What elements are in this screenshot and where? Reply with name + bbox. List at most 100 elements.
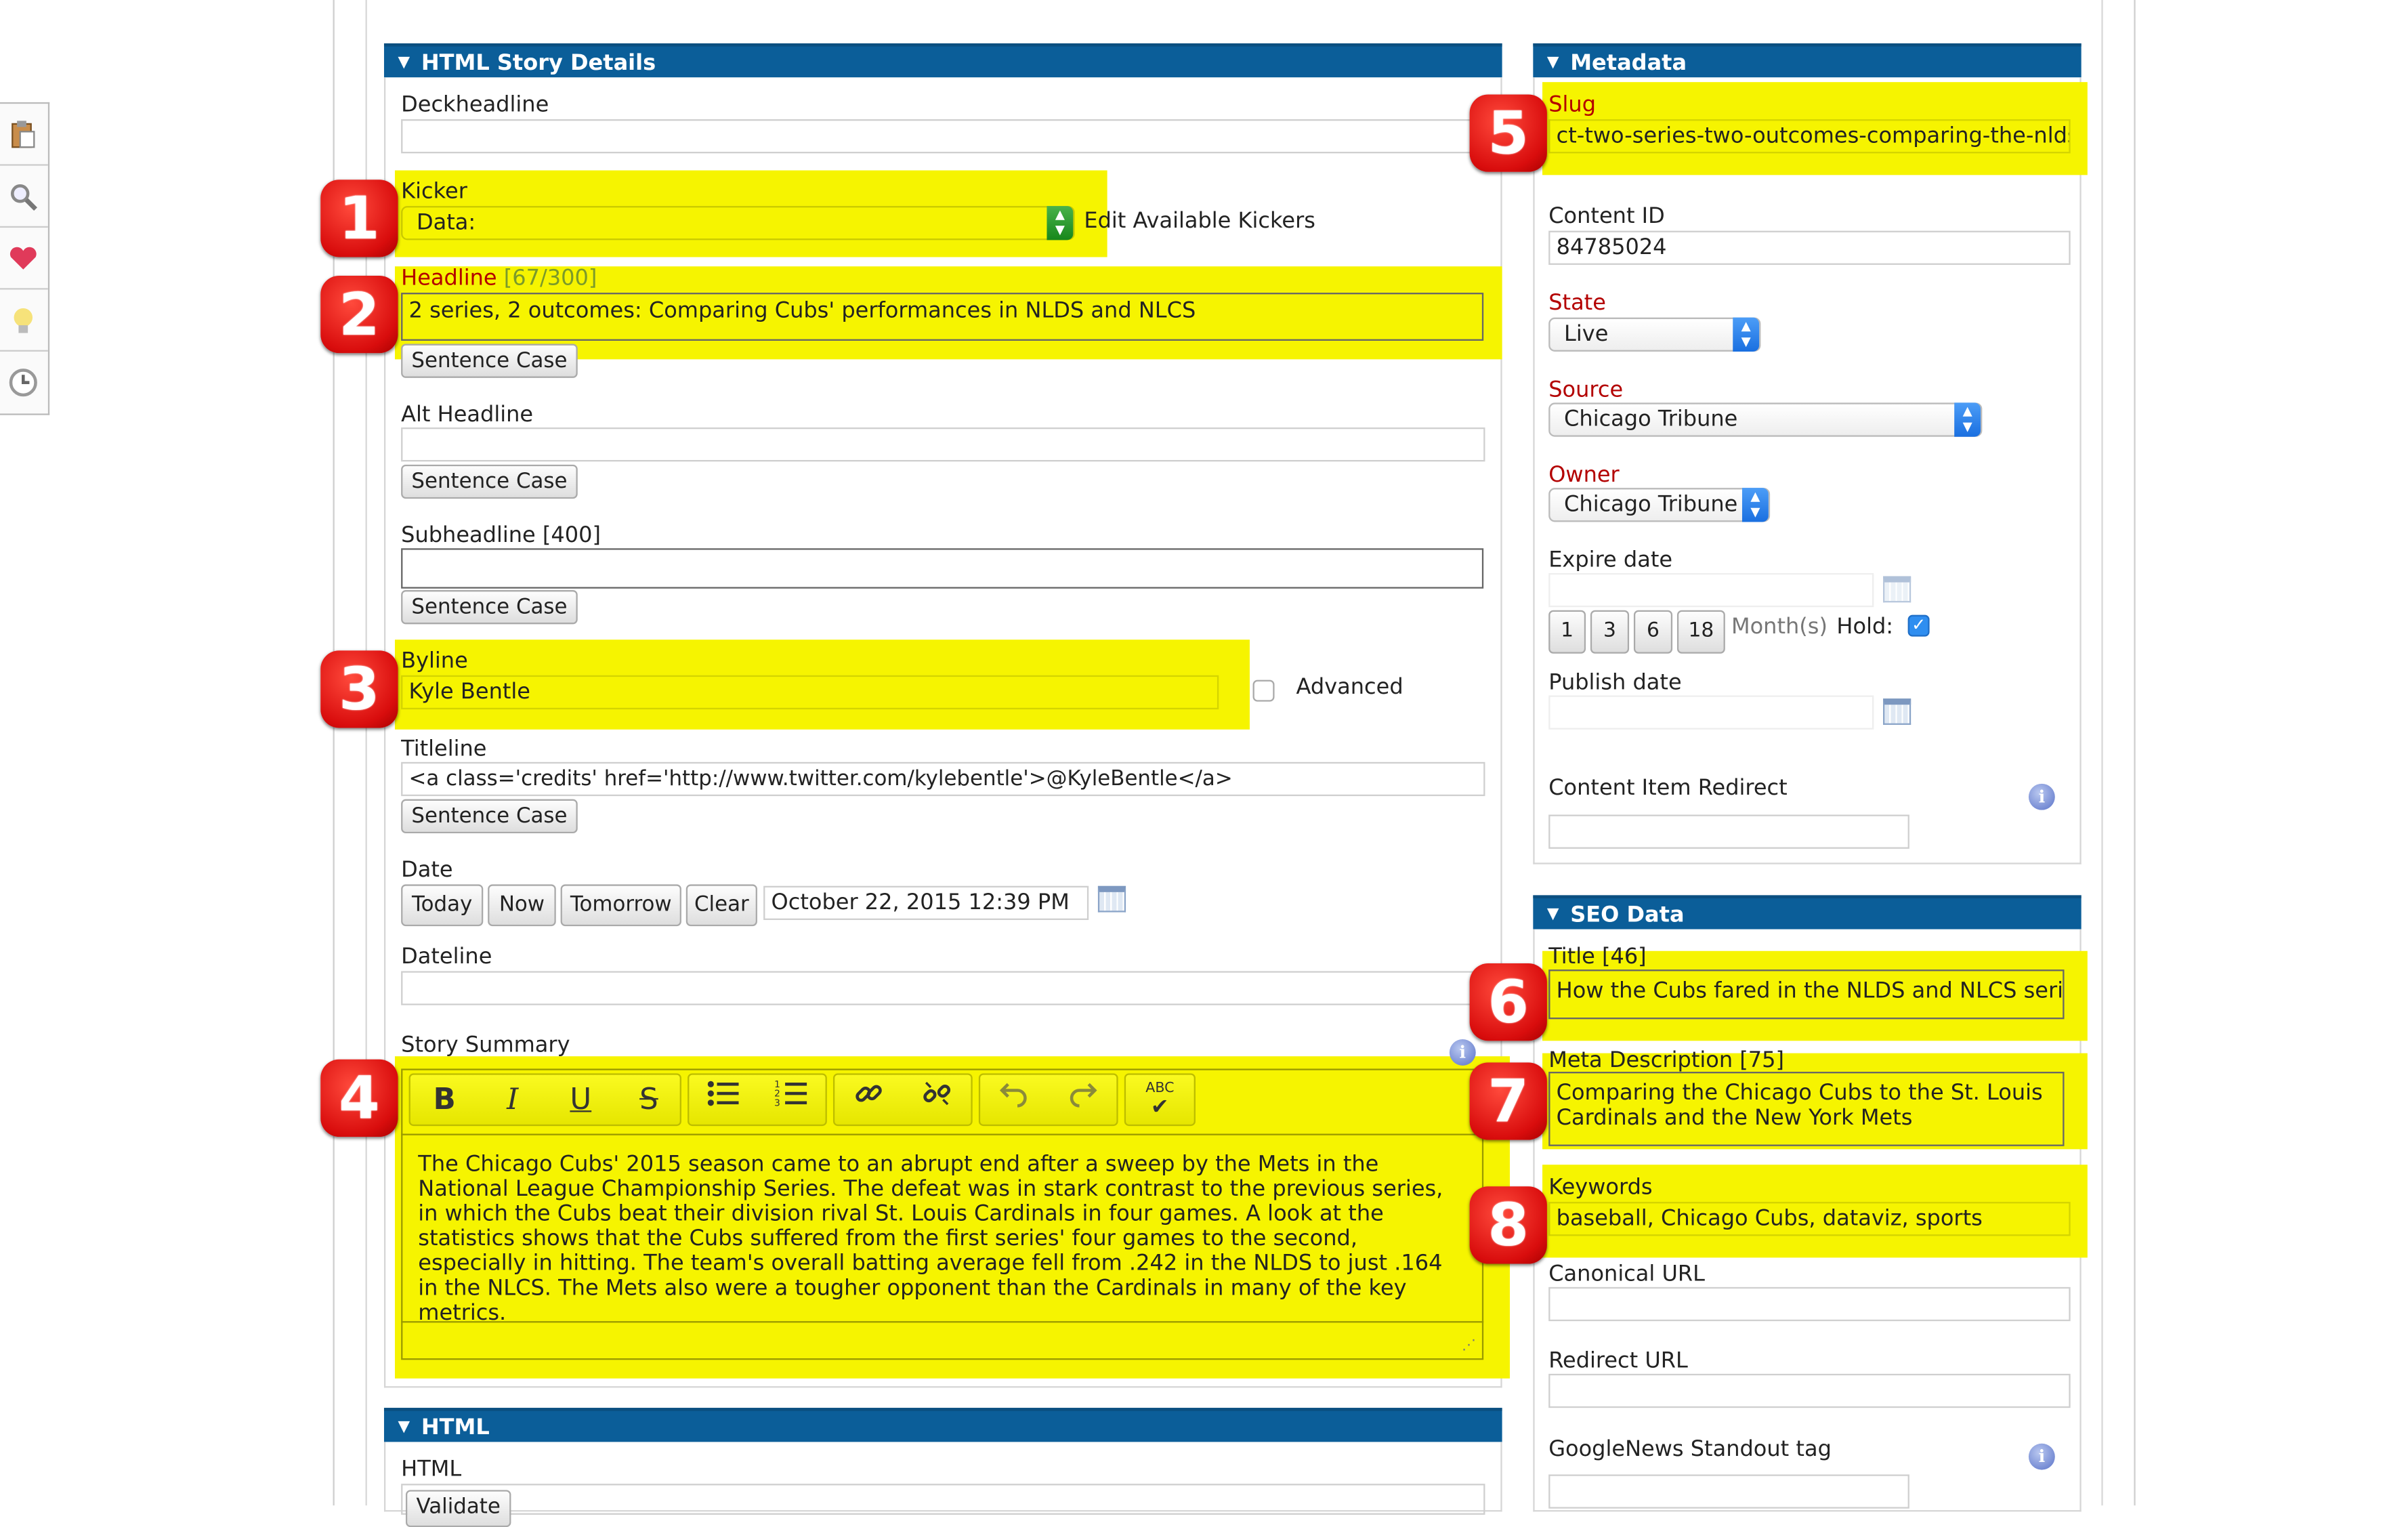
italic-button[interactable]: I	[478, 1075, 547, 1125]
googlenews-label: GoogleNews Standout tag	[1548, 1437, 1832, 1463]
alt-headline-input[interactable]	[401, 427, 1485, 462]
expire-3-month-button[interactable]: 3	[1590, 610, 1630, 654]
owner-label: Owner	[1548, 463, 1620, 488]
deckheadline-label: Deckheadline	[401, 93, 549, 118]
bold-button[interactable]: B	[410, 1075, 479, 1125]
dateline-input[interactable]	[401, 971, 1485, 1005]
content-redirect-label: Content Item Redirect	[1548, 776, 1788, 801]
clock-icon	[9, 369, 37, 397]
headline-input[interactable]: 2 series, 2 outcomes: Comparing Cubs' pe…	[401, 293, 1484, 341]
html-panel-header[interactable]: ▼ HTML	[383, 1408, 1502, 1442]
redo-icon	[1070, 1083, 1097, 1108]
date-input[interactable]: October 22, 2015 12:39 PM	[763, 885, 1089, 921]
content-id-value: 84785024	[1548, 230, 2071, 265]
tomorrow-button[interactable]: Tomorrow	[560, 884, 681, 927]
content-id-label: Content ID	[1548, 204, 1665, 230]
story-summary-label: Story Summary	[401, 1032, 570, 1058]
story-details-header[interactable]: ▼ HTML Story Details	[383, 43, 1502, 78]
redo-button[interactable]	[1049, 1075, 1117, 1125]
panel-title: SEO Data	[1570, 902, 1685, 928]
months-label: Month(s)	[1731, 614, 1828, 640]
story-summary-text[interactable]: The Chicago Cubs' 2015 season came to an…	[418, 1152, 1463, 1326]
publish-date-input[interactable]	[1548, 695, 1874, 730]
edit-kickers-link[interactable]: Edit Available Kickers	[1084, 209, 1315, 234]
panel-title: HTML	[421, 1415, 490, 1441]
bulleted-list-button[interactable]	[689, 1075, 757, 1125]
seo-title-input[interactable]: How the Cubs fared in the NLDS and NLCS …	[1548, 969, 2065, 1020]
content-redirect-input[interactable]	[1548, 814, 1909, 849]
slug-input[interactable]: ct-two-series-two-outcomes-comparing-the…	[1548, 119, 2071, 154]
ideas-tool[interactable]	[0, 290, 48, 352]
search-tool[interactable]	[0, 166, 48, 228]
titleline-sentence-case-button[interactable]: Sentence Case	[401, 799, 578, 833]
source-select[interactable]: Chicago Tribune ▲ ▼	[1548, 402, 1983, 437]
today-button[interactable]: Today	[401, 884, 484, 927]
seo-title-label: Title [46]	[1548, 944, 1647, 970]
strikethrough-button[interactable]: S	[615, 1075, 683, 1125]
headline-sentence-case-button[interactable]: Sentence Case	[401, 343, 578, 378]
alt-headline-label: Alt Headline	[401, 402, 534, 427]
html-editor[interactable]	[401, 1484, 1485, 1515]
state-select[interactable]: Live ▲ ▼	[1548, 317, 1761, 352]
unlink-button[interactable]	[903, 1075, 971, 1125]
keywords-input[interactable]: baseball, Chicago Cubs, dataviz, sports	[1548, 1202, 2071, 1236]
subheadline-sentence-case-button[interactable]: Sentence Case	[401, 590, 578, 625]
numbered-list-button[interactable]: 123	[757, 1075, 826, 1125]
undo-button[interactable]	[980, 1075, 1049, 1125]
clear-button[interactable]: Clear	[685, 884, 757, 927]
link-button[interactable]	[835, 1075, 903, 1125]
underline-button[interactable]: U	[547, 1075, 615, 1125]
redirect-url-input[interactable]	[1548, 1373, 2071, 1408]
format-toolbar-group: B I U S	[408, 1073, 683, 1127]
canonical-url-input[interactable]	[1548, 1287, 2071, 1322]
lightbulb-icon	[14, 308, 33, 333]
kicker-select[interactable]: Data: ▲ ▼	[401, 206, 1075, 240]
info-icon[interactable]: i	[1449, 1039, 1476, 1066]
info-icon[interactable]: i	[2028, 783, 2055, 810]
metadata-header[interactable]: ▼ Metadata	[1533, 43, 2082, 78]
collapse-triangle-icon: ▼	[398, 54, 410, 72]
meta-description-input[interactable]: Comparing the Chicago Cubs to the St. Lo…	[1548, 1072, 2065, 1146]
meta-description-label: Meta Description [75]	[1548, 1048, 1785, 1074]
byline-input[interactable]: Kyle Bentle	[401, 675, 1219, 710]
expire-date-input[interactable]	[1548, 572, 1874, 608]
owner-select[interactable]: Chicago Tribune ▲ ▼	[1548, 488, 1771, 522]
svg-text:3: 3	[774, 1097, 780, 1108]
info-icon[interactable]: i	[2028, 1443, 2055, 1470]
history-tool[interactable]	[0, 352, 48, 413]
expire-calendar-icon[interactable]	[1883, 576, 1911, 603]
seo-header[interactable]: ▼ SEO Data	[1533, 895, 2082, 929]
numbered-list-icon: 123	[774, 1079, 807, 1108]
alt-headline-sentence-case-button[interactable]: Sentence Case	[401, 464, 578, 499]
annotation-badge-5: 5	[1469, 94, 1547, 172]
canonical-url-label: Canonical URL	[1548, 1262, 1705, 1287]
calendar-icon[interactable]	[1097, 885, 1126, 913]
titleline-label: Titleline	[401, 737, 487, 762]
advanced-checkbox[interactable]	[1252, 679, 1275, 702]
resize-grip-icon[interactable]: ⋰	[1462, 1338, 1476, 1354]
now-button[interactable]: Now	[488, 884, 556, 927]
expire-6-month-button[interactable]: 6	[1633, 610, 1673, 654]
bullets-icon	[707, 1081, 739, 1106]
publish-calendar-icon[interactable]	[1883, 698, 1911, 725]
favorites-tool[interactable]	[0, 228, 48, 290]
googlenews-input[interactable]	[1548, 1474, 1909, 1509]
annotation-badge-7: 7	[1469, 1062, 1547, 1140]
spellcheck-button[interactable]: ABC ✔	[1126, 1075, 1194, 1125]
clipboard-tool[interactable]	[0, 104, 48, 166]
subheadline-input[interactable]	[401, 548, 1484, 589]
link-toolbar-group	[832, 1073, 973, 1127]
list-toolbar-group: 123	[688, 1073, 827, 1127]
expire-1-month-button[interactable]: 1	[1548, 610, 1586, 654]
annotation-badge-2: 2	[320, 275, 398, 354]
annotation-badge-4: 4	[320, 1059, 398, 1137]
hold-checkbox[interactable]: ✓	[1907, 614, 1930, 637]
validate-button[interactable]: Validate	[405, 1490, 511, 1527]
deckheadline-input[interactable]	[401, 119, 1485, 154]
dateline-label: Dateline	[401, 944, 492, 970]
link-icon	[856, 1085, 882, 1102]
titleline-input[interactable]: <a class='credits' href='http://www.twit…	[401, 761, 1485, 797]
search-icon	[11, 184, 38, 211]
collapse-triangle-icon: ▼	[398, 1419, 410, 1436]
expire-18-month-button[interactable]: 18	[1676, 610, 1725, 654]
